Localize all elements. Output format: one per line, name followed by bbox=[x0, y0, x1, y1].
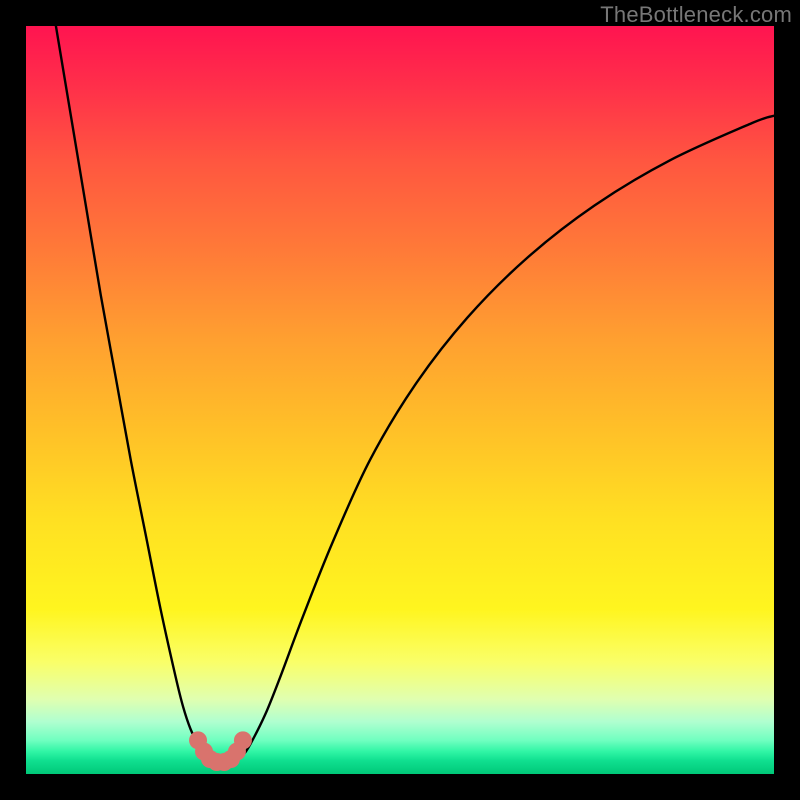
bottleneck-marker bbox=[189, 731, 252, 771]
chart-svg bbox=[26, 26, 774, 774]
left-curve bbox=[56, 26, 213, 761]
chart-plot-area bbox=[26, 26, 774, 774]
right-curve bbox=[235, 116, 774, 761]
watermark-text: TheBottleneck.com bbox=[600, 2, 792, 28]
